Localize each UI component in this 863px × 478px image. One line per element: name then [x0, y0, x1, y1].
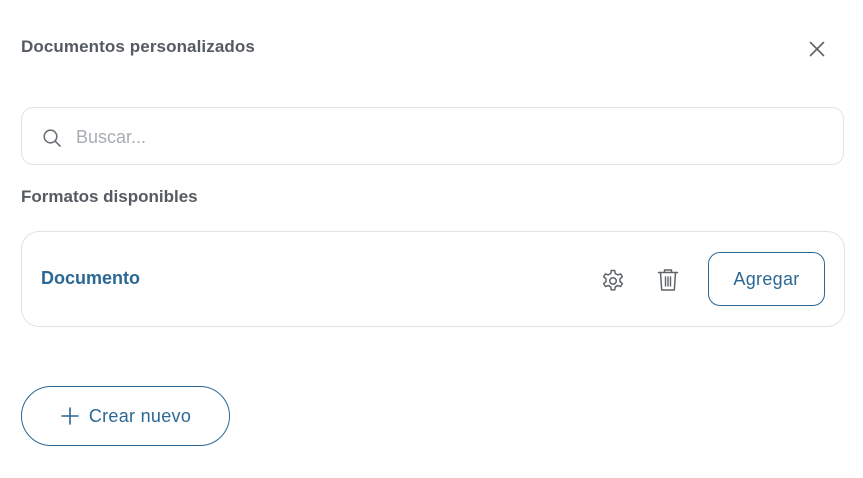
- add-format-button[interactable]: Agregar: [708, 252, 825, 306]
- search-icon: [43, 129, 61, 147]
- trash-icon[interactable]: [656, 267, 680, 293]
- close-button[interactable]: [806, 38, 828, 60]
- format-name-link[interactable]: Documento: [41, 268, 140, 289]
- gear-icon[interactable]: [600, 268, 626, 294]
- section-title-available-formats: Formatos disponibles: [21, 187, 198, 206]
- dialog-title: Documentos personalizados: [21, 37, 255, 56]
- create-new-button[interactable]: Crear nuevo: [21, 386, 230, 446]
- search-box: [21, 107, 844, 165]
- plus-icon: [61, 407, 79, 425]
- format-card: Documento Agregar: [21, 231, 845, 327]
- search-input[interactable]: [74, 120, 818, 154]
- create-new-label: Crear nuevo: [88, 405, 192, 426]
- close-icon: [809, 41, 825, 57]
- custom-documents-dialog: Documentos personalizados Formatos dispo…: [0, 0, 863, 478]
